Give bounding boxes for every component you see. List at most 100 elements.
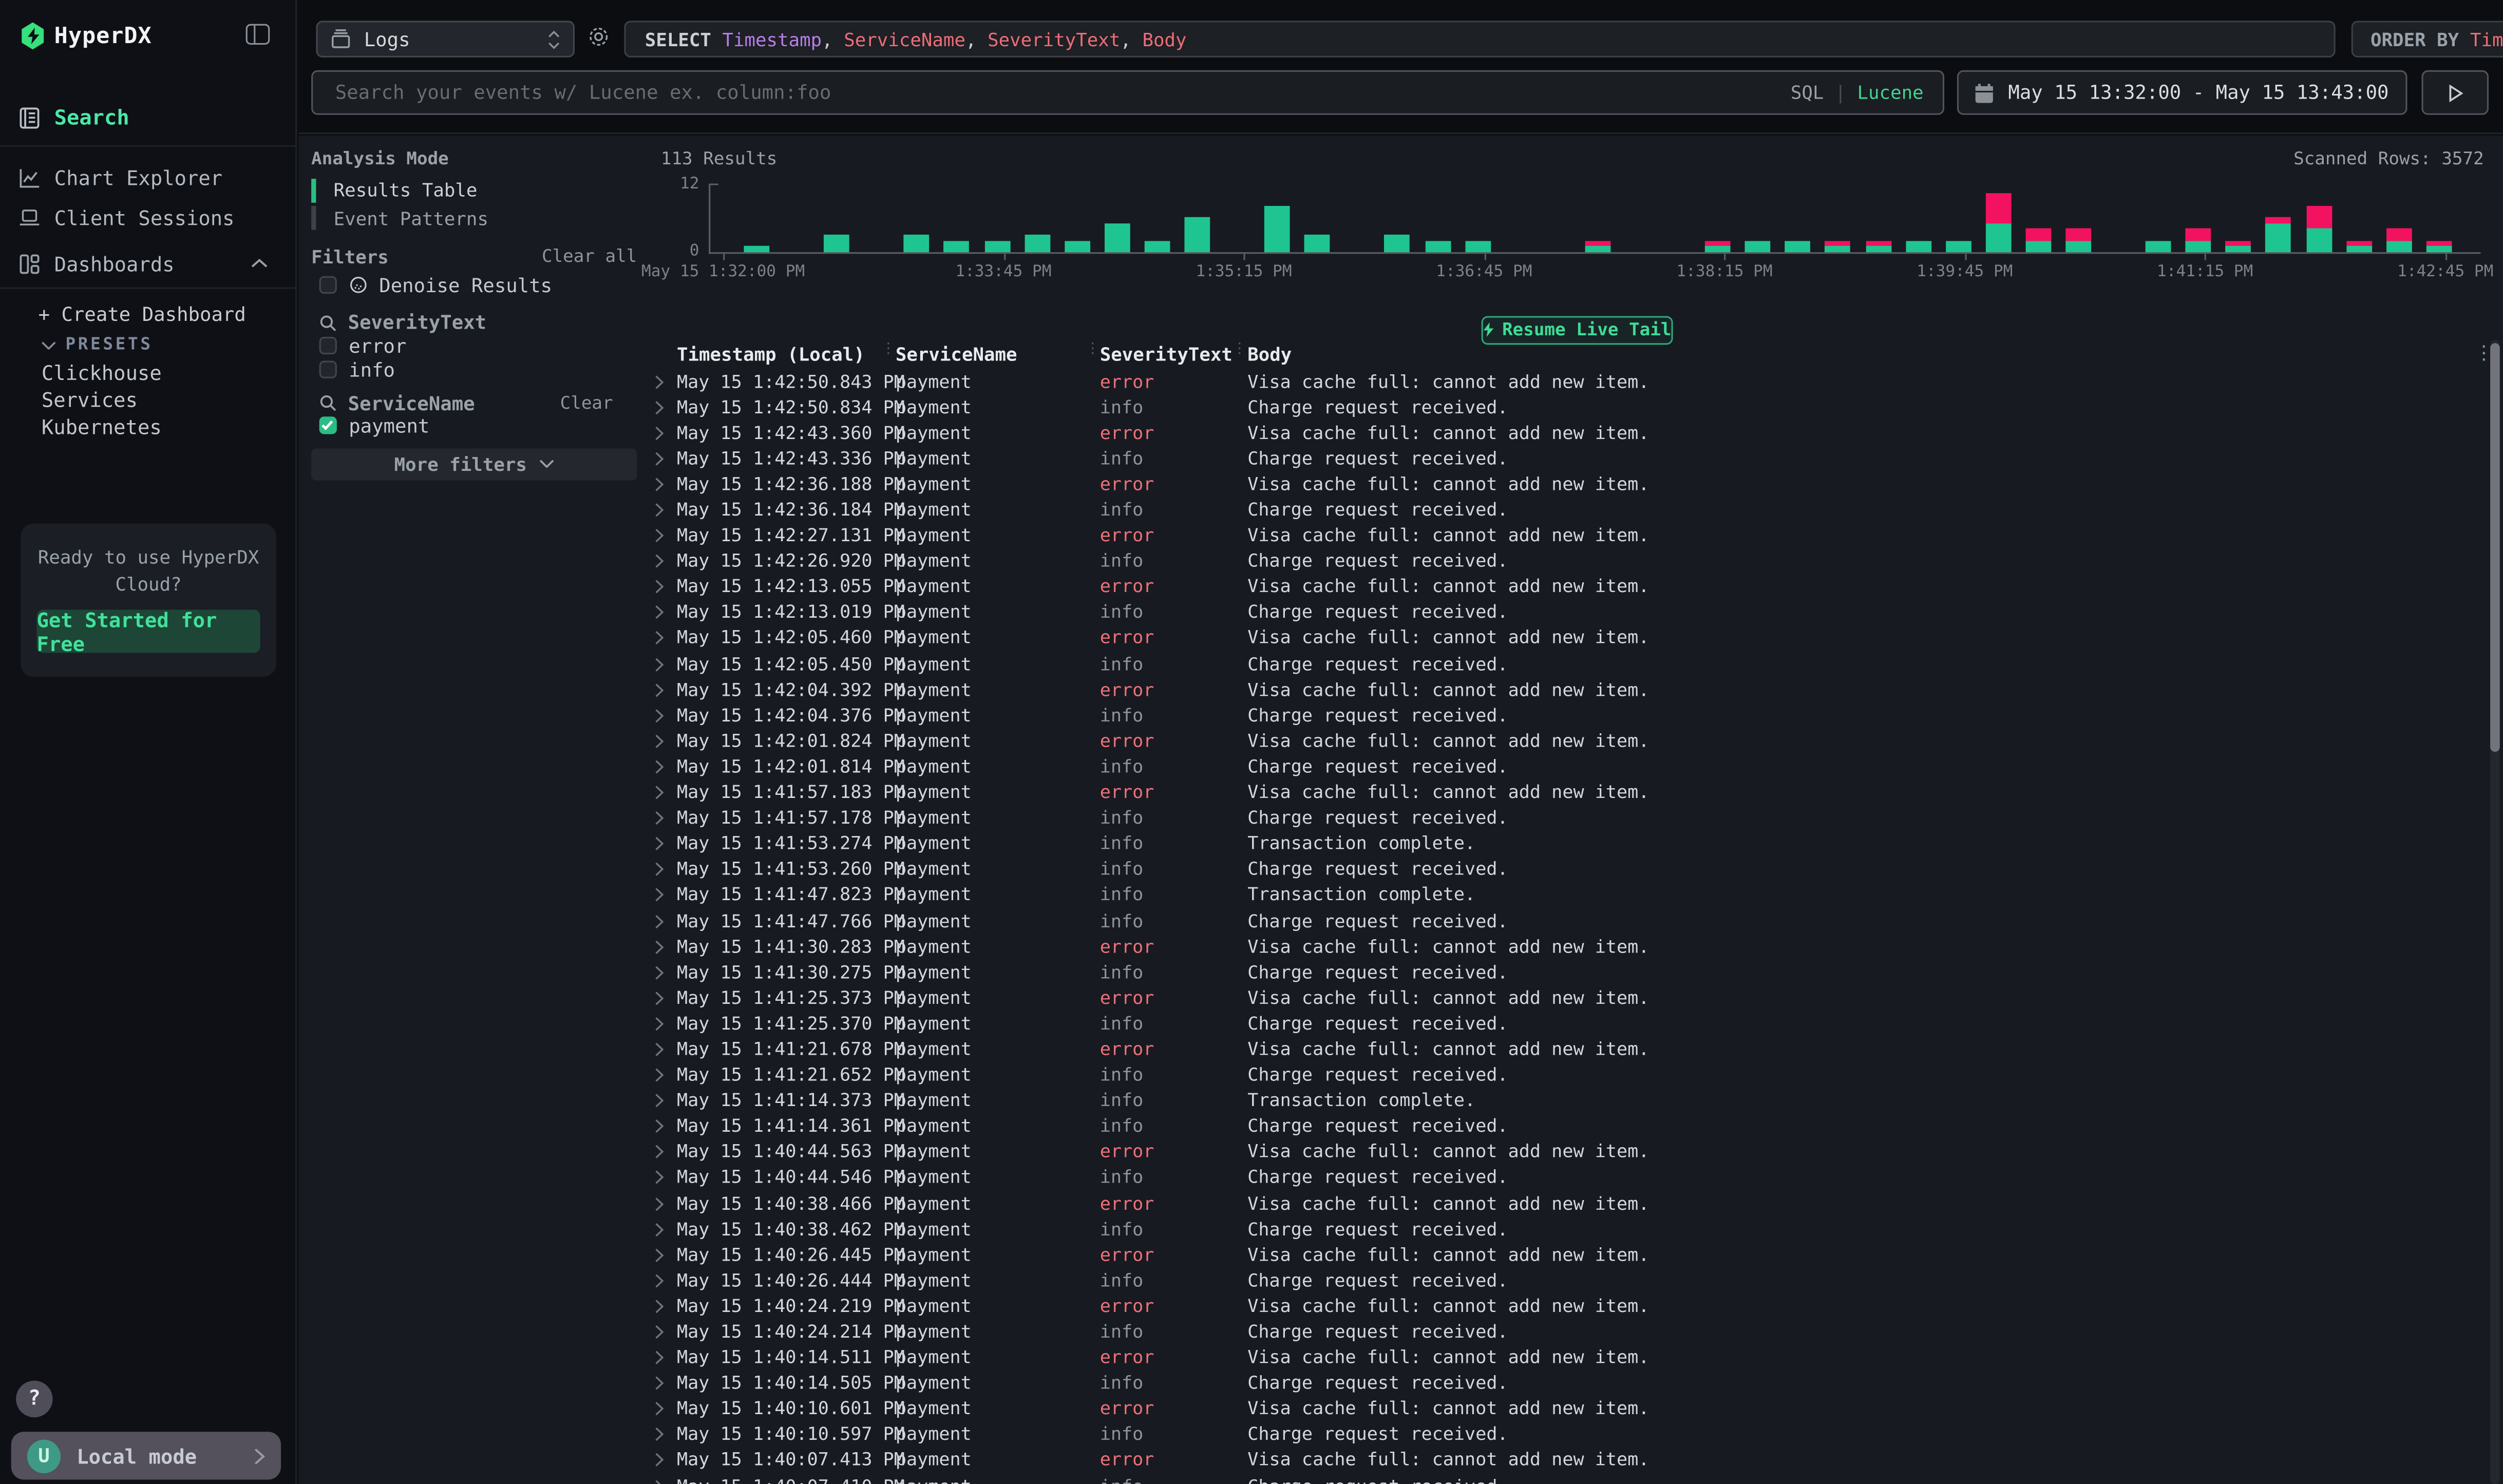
create-dashboard-button[interactable]: + Create Dashboard	[39, 303, 246, 326]
source-select[interactable]: Logs	[316, 21, 575, 57]
expand-row-icon[interactable]	[654, 682, 677, 697]
expand-row-icon[interactable]	[654, 863, 677, 877]
histogram-bar[interactable]	[1825, 240, 1851, 252]
expand-row-icon[interactable]	[654, 503, 677, 517]
table-row[interactable]: May 15 1:42:05.460 PMpaymenterrorVisa ca…	[645, 625, 2481, 651]
table-row[interactable]: May 15 1:40:07.413 PMpaymenterrorVisa ca…	[645, 1448, 2481, 1473]
table-row[interactable]: May 15 1:41:14.373 PMpaymentinfoTransact…	[645, 1088, 2481, 1114]
table-row[interactable]: May 15 1:40:44.563 PMpaymenterrorVisa ca…	[645, 1139, 2481, 1165]
expand-row-icon[interactable]	[654, 811, 677, 826]
clear-group-button[interactable]: Clear	[560, 393, 613, 413]
histogram-bar[interactable]	[1865, 240, 1891, 252]
mode-lucene-toggle[interactable]: Lucene	[1857, 82, 1924, 104]
table-row[interactable]: May 15 1:42:27.131 PMpaymenterrorVisa ca…	[645, 523, 2481, 548]
histogram-bar[interactable]	[1024, 235, 1050, 252]
expand-row-icon[interactable]	[654, 1428, 677, 1442]
denoise-filter-row[interactable]: Denoise Results	[319, 274, 552, 296]
table-row[interactable]: May 15 1:41:57.178 PMpaymentinfoCharge r…	[645, 805, 2481, 831]
expand-row-icon[interactable]	[654, 759, 677, 774]
histogram-bar[interactable]	[1745, 240, 1771, 252]
events-histogram[interactable]: May 15 1:32:00 PM1:33:45 PM1:35:15 PM1:3…	[709, 183, 2480, 254]
table-row[interactable]: May 15 1:42:43.360 PMpaymenterrorVisa ca…	[645, 420, 2481, 446]
table-row[interactable]: May 15 1:41:25.373 PMpaymenterrorVisa ca…	[645, 985, 2481, 1011]
table-row[interactable]: May 15 1:42:43.336 PMpaymentinfoCharge r…	[645, 446, 2481, 471]
expand-row-icon[interactable]	[654, 451, 677, 466]
sidebar-collapse-icon[interactable]	[246, 24, 270, 45]
histogram-bar[interactable]	[1905, 240, 1931, 252]
table-row[interactable]: May 15 1:42:05.450 PMpaymentinfoCharge r…	[645, 651, 2481, 677]
histogram-bar[interactable]	[2065, 229, 2091, 252]
expand-row-icon[interactable]	[654, 426, 677, 440]
expand-row-icon[interactable]	[654, 914, 677, 928]
user-menu[interactable]: U Local mode	[11, 1432, 281, 1479]
sidebar-item-dashboards[interactable]: Dashboards	[0, 244, 295, 283]
expand-row-icon[interactable]	[654, 631, 677, 645]
histogram-bar[interactable]	[1305, 235, 1331, 252]
table-row[interactable]: May 15 1:40:14.505 PMpaymentinfoCharge r…	[645, 1371, 2481, 1396]
table-row[interactable]: May 15 1:41:53.260 PMpaymentinfoCharge r…	[645, 857, 2481, 883]
expand-row-icon[interactable]	[654, 1145, 677, 1159]
time-range-picker[interactable]: May 15 13:32:00 - May 15 13:43:00	[1957, 70, 2407, 115]
histogram-bar[interactable]	[1264, 205, 1290, 252]
expand-row-icon[interactable]	[654, 528, 677, 543]
histogram-bar[interactable]	[2306, 205, 2331, 252]
expand-row-icon[interactable]	[654, 1350, 677, 1365]
expand-row-icon[interactable]	[654, 1042, 677, 1057]
table-row[interactable]: May 15 1:42:01.824 PMpaymenterrorVisa ca…	[645, 728, 2481, 754]
expand-row-icon[interactable]	[654, 1196, 677, 1211]
table-row[interactable]: May 15 1:40:26.444 PMpaymentinfoCharge r…	[645, 1268, 2481, 1293]
column-header-timestamp[interactable]: Timestamp (Local)	[677, 343, 896, 365]
presets-toggle[interactable]: PRESETS	[42, 335, 153, 354]
expand-row-icon[interactable]	[654, 1479, 677, 1484]
histogram-bar[interactable]	[2226, 240, 2251, 252]
info-checkbox[interactable]	[319, 361, 336, 378]
expand-row-icon[interactable]	[654, 1453, 677, 1468]
expand-row-icon[interactable]	[654, 734, 677, 748]
histogram-bar[interactable]	[944, 240, 970, 252]
clear-all-button[interactable]: Clear all	[542, 246, 637, 269]
column-header-servicename[interactable]: ServiceName	[896, 343, 1100, 365]
table-row[interactable]: May 15 1:41:25.370 PMpaymentinfoCharge r…	[645, 1011, 2481, 1037]
expand-row-icon[interactable]	[654, 785, 677, 800]
expand-row-icon[interactable]	[654, 605, 677, 620]
column-header-severitytext[interactable]: SeverityText	[1100, 343, 1248, 365]
histogram-bar[interactable]	[1785, 240, 1811, 252]
expand-row-icon[interactable]	[654, 477, 677, 491]
histogram-bar[interactable]	[824, 235, 850, 252]
expand-row-icon[interactable]	[654, 1273, 677, 1288]
filter-option-info[interactable]: info	[319, 358, 395, 381]
table-row[interactable]: May 15 1:40:38.462 PMpaymentinfoCharge r…	[645, 1216, 2481, 1242]
table-row[interactable]: May 15 1:41:14.361 PMpaymentinfoCharge r…	[645, 1114, 2481, 1139]
histogram-bar[interactable]	[1945, 240, 1971, 252]
expand-row-icon[interactable]	[654, 1094, 677, 1108]
table-row[interactable]: May 15 1:40:44.546 PMpaymentinfoCharge r…	[645, 1165, 2481, 1191]
table-row[interactable]: May 15 1:40:26.445 PMpaymenterrorVisa ca…	[645, 1242, 2481, 1268]
more-filters-button[interactable]: More filters	[311, 448, 637, 480]
expand-row-icon[interactable]	[654, 1299, 677, 1314]
filter-option-payment[interactable]: payment	[319, 414, 430, 437]
expand-row-icon[interactable]	[654, 965, 677, 980]
denoise-checkbox[interactable]	[319, 277, 336, 294]
table-row[interactable]: May 15 1:40:24.219 PMpaymenterrorVisa ca…	[645, 1293, 2481, 1319]
histogram-bar[interactable]	[1104, 223, 1130, 252]
select-clause-input[interactable]: SELECT Timestamp, ServiceName, SeverityT…	[624, 21, 2335, 57]
mode-sql-toggle[interactable]: SQL	[1791, 82, 1824, 104]
column-header-body[interactable]: Body	[1247, 343, 2480, 365]
table-row[interactable]: May 15 1:42:36.184 PMpaymentinfoCharge r…	[645, 497, 2481, 523]
expand-row-icon[interactable]	[654, 1222, 677, 1236]
expand-row-icon[interactable]	[654, 1248, 677, 1262]
table-row[interactable]: May 15 1:41:47.823 PMpaymentinfoTransact…	[645, 883, 2481, 908]
table-row[interactable]: May 15 1:41:21.678 PMpaymenterrorVisa ca…	[645, 1037, 2481, 1062]
table-row[interactable]: May 15 1:41:30.283 PMpaymenterrorVisa ca…	[645, 934, 2481, 960]
histogram-bar[interactable]	[1184, 217, 1210, 252]
table-row[interactable]: May 15 1:42:50.834 PMpaymentinfoCharge r…	[645, 394, 2481, 420]
histogram-bar[interactable]	[1465, 240, 1490, 252]
histogram-bar[interactable]	[984, 240, 1010, 252]
expand-row-icon[interactable]	[654, 1402, 677, 1416]
table-row[interactable]: May 15 1:42:13.055 PMpaymenterrorVisa ca…	[645, 574, 2481, 600]
sidebar-item-search[interactable]: Search	[0, 99, 295, 138]
order-by-input[interactable]: ORDER BY TimestampTime DESC	[2352, 21, 2503, 57]
table-row[interactable]: May 15 1:42:36.188 PMpaymenterrorVisa ca…	[645, 471, 2481, 497]
histogram-bar[interactable]	[1425, 240, 1450, 252]
expand-row-icon[interactable]	[654, 657, 677, 671]
